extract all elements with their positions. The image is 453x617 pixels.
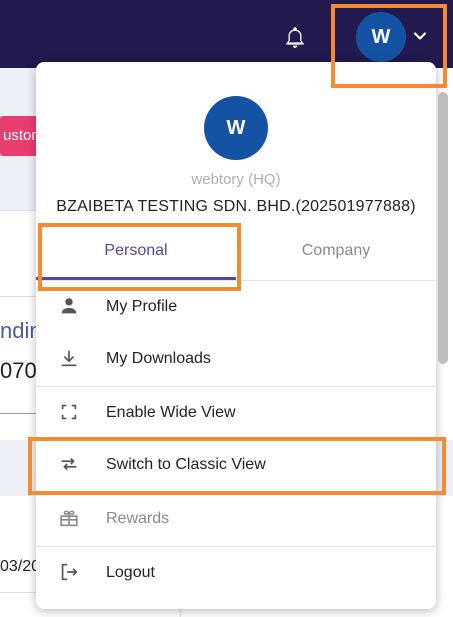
scrollbar-thumb[interactable] bbox=[438, 92, 448, 364]
user-avatar-button[interactable]: W bbox=[356, 12, 406, 62]
background-number: 070 bbox=[0, 358, 37, 383]
menu-avatar: W bbox=[204, 96, 268, 160]
expand-icon bbox=[61, 404, 77, 420]
person-icon bbox=[61, 298, 77, 314]
swap-icon bbox=[61, 457, 77, 471]
company-name: BZAIBETA TESTING SDN. BHD.(202501977888) bbox=[56, 198, 416, 215]
gift-icon bbox=[60, 510, 78, 527]
menu-item-label: Enable Wide View bbox=[106, 404, 236, 421]
background-heading: ndin bbox=[0, 318, 40, 343]
background-card bbox=[0, 296, 40, 414]
tab-company[interactable]: Company bbox=[236, 231, 436, 281]
chevron-down-icon[interactable] bbox=[412, 30, 428, 42]
menu-item-enable-wide-view[interactable]: Enable Wide View bbox=[36, 387, 436, 439]
menu-item-label: My Downloads bbox=[106, 350, 211, 367]
menu-item-my-downloads[interactable]: My Downloads bbox=[36, 333, 436, 385]
tab-personal[interactable]: Personal bbox=[36, 231, 236, 281]
account-tabs: Personal Company bbox=[36, 231, 436, 281]
menu-item-label: Switch to Classic View bbox=[106, 456, 266, 473]
divider bbox=[0, 210, 40, 211]
menu-item-label: Rewards bbox=[106, 510, 170, 527]
divider bbox=[0, 592, 40, 593]
menu-item-my-profile[interactable]: My Profile bbox=[36, 281, 436, 333]
menu-item-rewards[interactable]: Rewards bbox=[36, 493, 436, 545]
active-tab-indicator bbox=[36, 277, 236, 280]
menu-item-switch-to-classic-view[interactable]: Switch to Classic View bbox=[36, 439, 436, 491]
download-icon bbox=[61, 350, 77, 367]
logout-icon bbox=[61, 563, 78, 581]
top-app-bar: W bbox=[0, 0, 453, 68]
user-dropdown-menu: W webtory (HQ) BZAIBETA TESTING SDN. BHD… bbox=[36, 62, 436, 609]
branch-name: webtory (HQ) bbox=[191, 171, 281, 188]
menu-item-label: Logout bbox=[106, 564, 155, 581]
menu-item-label: My Profile bbox=[106, 298, 178, 315]
menu-item-logout[interactable]: Logout bbox=[36, 547, 436, 599]
background-custom-button[interactable]: ustom bbox=[0, 116, 40, 156]
background-date: 03/20 bbox=[0, 558, 40, 575]
notification-bell-icon[interactable] bbox=[282, 24, 308, 50]
